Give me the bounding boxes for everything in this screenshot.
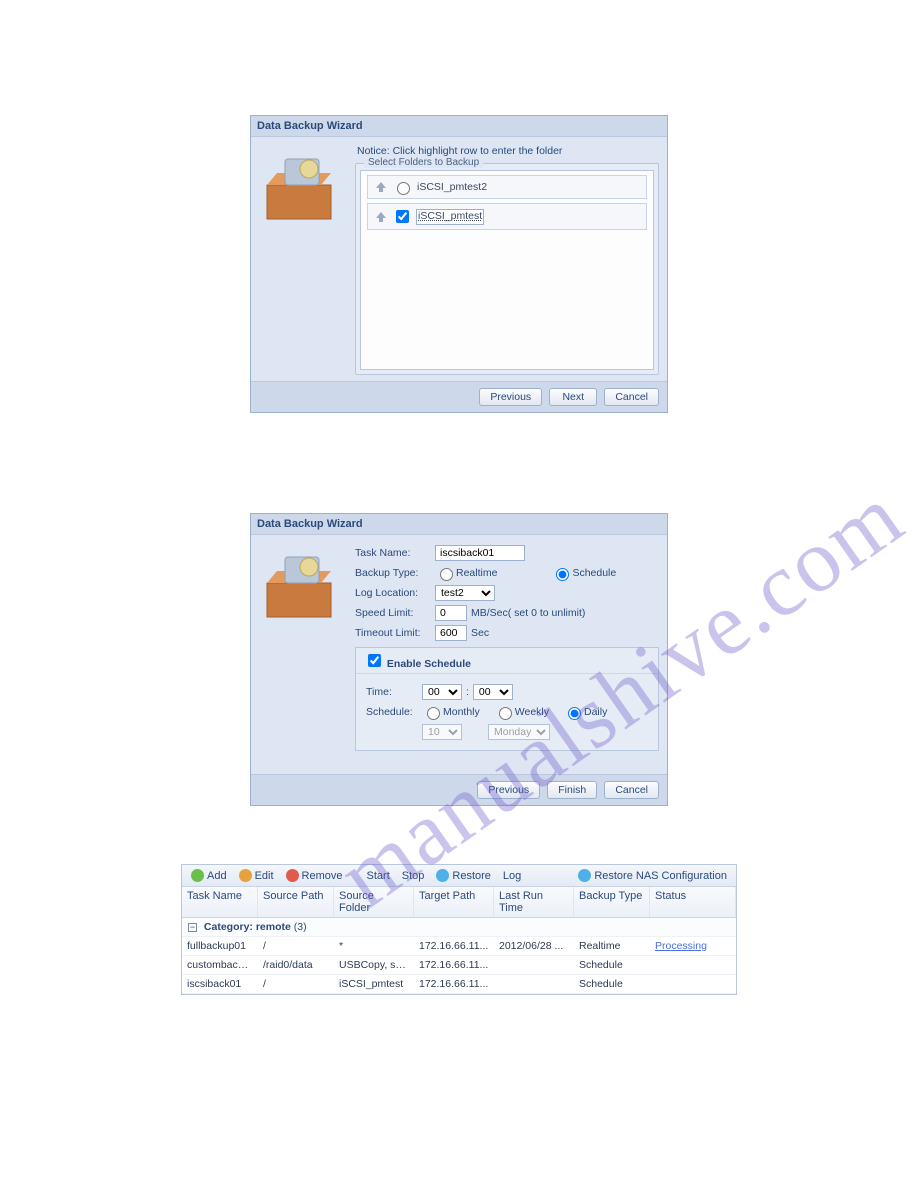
folder-label: iSCSI_pmtest2 xyxy=(417,181,487,193)
wizard-illustration xyxy=(251,535,347,774)
col-status[interactable]: Status xyxy=(650,887,736,917)
schedule-option: Schedule xyxy=(572,567,616,579)
stop-button[interactable]: Stop xyxy=(397,869,430,883)
fieldset-legend: Select Folders to Backup xyxy=(364,157,483,168)
next-button[interactable]: Next xyxy=(549,388,597,406)
folder-up-icon xyxy=(374,210,388,224)
backup-wizard-schedule: Data Backup Wizard Task Name: Backup Typ… xyxy=(250,513,668,806)
cancel-button[interactable]: Cancel xyxy=(604,388,659,406)
daily-option: Daily xyxy=(584,706,607,718)
notice-text: Notice: Click highlight row to enter the… xyxy=(357,145,659,157)
speed-limit-label: Speed Limit: xyxy=(355,607,435,619)
table-row[interactable]: customback01 /raid0/data USBCopy, sna...… xyxy=(182,956,736,975)
col-target-path[interactable]: Target Path xyxy=(414,887,494,917)
group-row[interactable]: − Category: remote (3) xyxy=(182,918,736,937)
restore-icon xyxy=(436,869,449,882)
schedule-weekday-select: Monday xyxy=(488,724,550,740)
backup-box-icon xyxy=(257,145,341,229)
backup-box-icon xyxy=(257,543,341,627)
previous-button[interactable]: Previous xyxy=(479,388,542,406)
backup-wizard-folder-select: Data Backup Wizard Notice: Click highlig… xyxy=(250,115,668,413)
task-name-label: Task Name: xyxy=(355,547,435,559)
log-button[interactable]: Log xyxy=(498,869,526,883)
folder-row[interactable]: iSCSI_pmtest2 xyxy=(367,175,647,199)
wizard-title: Data Backup Wizard xyxy=(251,116,667,136)
col-source-path[interactable]: Source Path xyxy=(258,887,334,917)
remove-icon xyxy=(286,869,299,882)
folder-row[interactable]: iSCSI_pmtest xyxy=(367,203,647,230)
edit-button[interactable]: Edit xyxy=(234,868,279,883)
log-location-select[interactable]: test2 xyxy=(435,585,495,601)
speed-limit-unit: MB/Sec( set 0 to unlimit) xyxy=(471,607,585,619)
remove-button[interactable]: Remove xyxy=(281,868,348,883)
realtime-radio[interactable] xyxy=(440,568,453,581)
restore-nas-config-button[interactable]: Restore NAS Configuration xyxy=(573,868,732,883)
grid-toolbar: Add Edit Remove Start Stop Restore Log R… xyxy=(182,865,736,887)
wizard-illustration xyxy=(251,137,347,381)
add-button[interactable]: Add xyxy=(186,868,232,883)
col-last-run[interactable]: Last Run Time xyxy=(494,887,574,917)
backup-task-grid: Add Edit Remove Start Stop Restore Log R… xyxy=(181,864,737,995)
status-processing[interactable]: Processing xyxy=(655,940,707,952)
timeout-limit-unit: Sec xyxy=(471,627,489,639)
finish-button[interactable]: Finish xyxy=(547,781,597,799)
schedule-label: Schedule: xyxy=(366,706,422,718)
schedule-radio[interactable] xyxy=(556,568,569,581)
start-button[interactable]: Start xyxy=(362,869,395,883)
cancel-button[interactable]: Cancel xyxy=(604,781,659,799)
table-row[interactable]: fullbackup01 / * 172.16.66.11... 2012/06… xyxy=(182,937,736,956)
folder-checkbox[interactable] xyxy=(396,210,409,223)
time-hour-select[interactable]: 00 xyxy=(422,684,462,700)
speed-limit-input[interactable] xyxy=(435,605,467,621)
monthly-option: Monthly xyxy=(443,706,480,718)
column-headers: Task Name Source Path Source Folder Targ… xyxy=(182,887,736,918)
schedule-fieldset: Enable Schedule Time: 00 : 00 Schedule: xyxy=(355,647,659,751)
monthly-radio[interactable] xyxy=(427,707,440,720)
col-source-folder[interactable]: Source Folder xyxy=(334,887,414,917)
folder-radio[interactable] xyxy=(397,182,410,195)
time-minute-select[interactable]: 00 xyxy=(473,684,513,700)
daily-radio[interactable] xyxy=(568,707,581,720)
folder-label: iSCSI_pmtest xyxy=(416,209,484,225)
wizard-title: Data Backup Wizard xyxy=(251,514,667,534)
restore-icon xyxy=(578,869,591,882)
timeout-limit-label: Timeout Limit: xyxy=(355,627,435,639)
realtime-option: Realtime xyxy=(456,567,497,579)
add-icon xyxy=(191,869,204,882)
previous-button[interactable]: Previous xyxy=(477,781,540,799)
task-name-input[interactable] xyxy=(435,545,525,561)
table-row[interactable]: iscsiback01 / iSCSI_pmtest 172.16.66.11.… xyxy=(182,975,736,994)
schedule-day-select: 10 xyxy=(422,724,462,740)
backup-type-label: Backup Type: xyxy=(355,567,435,579)
time-label: Time: xyxy=(366,686,422,698)
col-task-name[interactable]: Task Name xyxy=(182,887,258,917)
folder-up-icon xyxy=(374,180,388,194)
collapse-icon[interactable]: − xyxy=(188,923,197,932)
col-backup-type[interactable]: Backup Type xyxy=(574,887,650,917)
edit-icon xyxy=(239,869,252,882)
weekly-option: Weekly xyxy=(515,706,549,718)
enable-schedule-label: Enable Schedule xyxy=(387,658,471,670)
log-location-label: Log Location: xyxy=(355,587,435,599)
timeout-limit-input[interactable] xyxy=(435,625,467,641)
enable-schedule-checkbox[interactable] xyxy=(368,654,381,667)
weekly-radio[interactable] xyxy=(499,707,512,720)
folder-list: iSCSI_pmtest2 iSCSI_pmtest xyxy=(360,170,654,370)
restore-button[interactable]: Restore xyxy=(431,868,496,883)
